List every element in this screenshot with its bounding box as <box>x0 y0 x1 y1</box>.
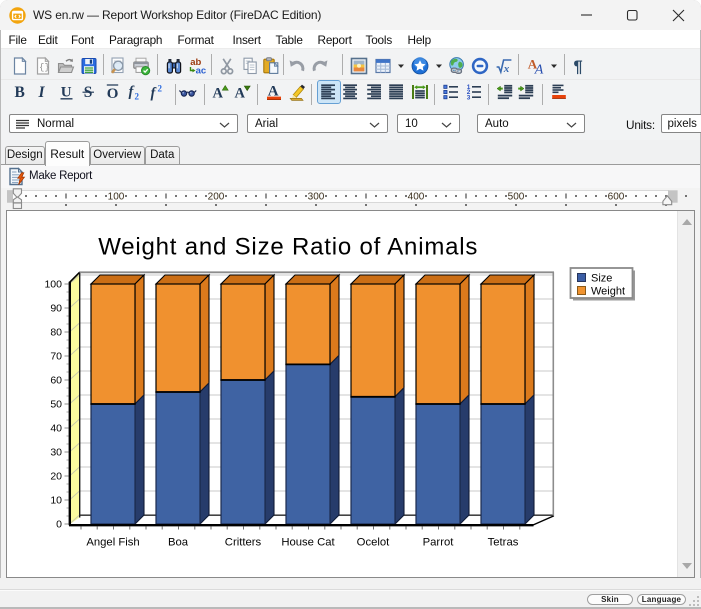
svg-text:600: 600 <box>608 192 625 203</box>
svg-text:2: 2 <box>157 83 162 93</box>
svg-text:50: 50 <box>50 399 62 411</box>
svg-text:{}: {} <box>39 62 50 72</box>
svg-text:200: 200 <box>208 192 225 203</box>
svg-text:B: B <box>14 84 24 101</box>
svg-text:I: I <box>38 84 46 101</box>
svg-text:Angel Fish: Angel Fish <box>86 537 139 549</box>
svg-text:x: x <box>503 63 510 75</box>
svg-text:A: A <box>534 62 544 76</box>
svg-text:Critters: Critters <box>225 537 262 549</box>
svg-text:40: 40 <box>50 423 62 435</box>
svg-text:20: 20 <box>50 471 62 483</box>
svg-text:70: 70 <box>50 351 62 363</box>
svg-text:House Cat: House Cat <box>281 537 335 549</box>
svg-text:Tetras: Tetras <box>488 537 519 549</box>
svg-text:100: 100 <box>108 192 125 203</box>
svg-text:30: 30 <box>50 447 62 459</box>
svg-text:Parrot: Parrot <box>423 537 455 549</box>
svg-text:90: 90 <box>50 303 62 315</box>
svg-text:100: 100 <box>44 279 62 291</box>
svg-text:A: A <box>234 85 245 101</box>
svg-text:Weight: Weight <box>591 286 625 298</box>
svg-text:Size: Size <box>591 273 612 285</box>
svg-text:¶: ¶ <box>574 58 583 76</box>
svg-text:0: 0 <box>56 519 62 531</box>
svg-text:Weight and Size Ratio of Anima: Weight and Size Ratio of Animals <box>98 234 478 261</box>
svg-text:3: 3 <box>466 94 470 101</box>
svg-text:ac: ac <box>195 65 206 76</box>
svg-text:80: 80 <box>50 327 62 339</box>
svg-text:Ocelot: Ocelot <box>357 537 391 549</box>
svg-text:2: 2 <box>135 91 140 101</box>
svg-text:A: A <box>213 85 224 101</box>
svg-text:400: 400 <box>408 192 425 203</box>
svg-text:10: 10 <box>50 495 62 507</box>
svg-text:Boa: Boa <box>168 537 189 549</box>
svg-text:O: O <box>106 86 118 102</box>
svg-text:f: f <box>150 85 157 101</box>
svg-text:300: 300 <box>308 192 325 203</box>
svg-text:500: 500 <box>508 192 525 203</box>
svg-text:U: U <box>60 84 71 100</box>
svg-text:60: 60 <box>50 375 62 387</box>
